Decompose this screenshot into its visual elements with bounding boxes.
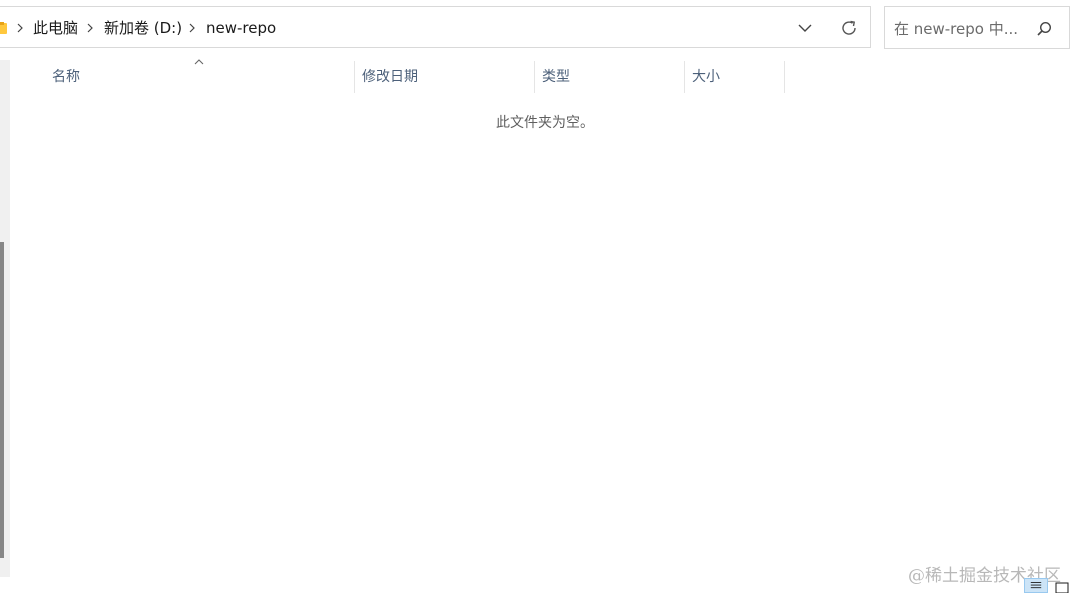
column-header-type[interactable]: 类型 — [542, 62, 682, 94]
chevron-right-icon[interactable] — [85, 22, 95, 34]
column-divider[interactable] — [684, 61, 685, 93]
breadcrumb-this-pc[interactable]: 此电脑 — [33, 18, 78, 38]
chevron-right-icon[interactable] — [187, 22, 197, 34]
refresh-icon[interactable] — [839, 18, 859, 38]
column-divider[interactable] — [784, 61, 785, 93]
navigation-pane[interactable] — [0, 60, 10, 577]
file-explorer-window: 此电脑 新加卷 (D:) new-repo 在 new-repo 中... 名称 — [0, 0, 1076, 593]
navigation-scrollbar[interactable] — [0, 242, 4, 558]
column-header-date-modified[interactable]: 修改日期 — [362, 62, 532, 94]
column-divider[interactable] — [534, 61, 535, 93]
search-box[interactable]: 在 new-repo 中... — [884, 6, 1070, 49]
breadcrumb-current-folder[interactable]: new-repo — [206, 18, 276, 38]
column-divider[interactable] — [354, 61, 355, 93]
details-view-icon — [1030, 582, 1042, 589]
details-view-button[interactable] — [1024, 578, 1048, 593]
address-bar[interactable]: 此电脑 新加卷 (D:) new-repo — [0, 6, 871, 48]
search-input[interactable]: 在 new-repo 中... — [894, 19, 1018, 39]
chevron-right-icon[interactable] — [15, 22, 25, 34]
empty-folder-message: 此文件夹为空。 — [496, 115, 594, 131]
chevron-down-icon[interactable] — [796, 19, 814, 37]
folder-icon — [0, 22, 7, 34]
breadcrumb-drive-d[interactable]: 新加卷 (D:) — [104, 18, 182, 38]
column-header-name[interactable]: 名称 — [52, 62, 352, 94]
search-icon[interactable] — [1035, 20, 1053, 38]
column-header-size[interactable]: 大小 — [692, 62, 782, 94]
tiles-view-icon[interactable] — [1055, 582, 1069, 593]
